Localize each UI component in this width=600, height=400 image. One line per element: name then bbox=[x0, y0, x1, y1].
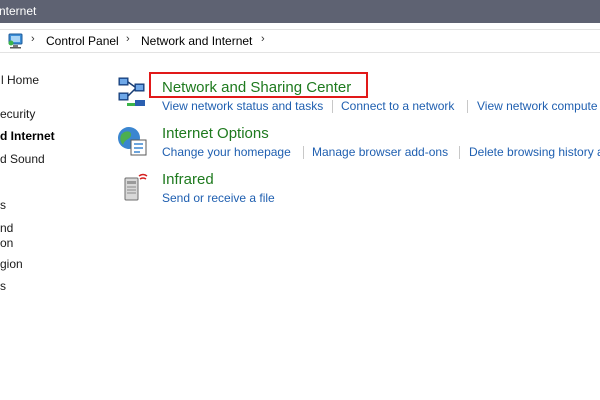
infrared-link[interactable]: Infrared bbox=[162, 171, 214, 188]
internet-options-link[interactable]: Internet Options bbox=[162, 125, 269, 142]
sidebar-item-hardware-and-sound[interactable]: d Sound bbox=[0, 152, 45, 166]
breadcrumb-control-panel[interactable]: Control Panel bbox=[46, 34, 119, 48]
title-bar: nternet bbox=[0, 0, 600, 23]
view-network-computers-link[interactable]: View network compute bbox=[477, 99, 598, 113]
manage-browser-addons-link[interactable]: Manage browser add-ons bbox=[312, 145, 448, 159]
highlight-box bbox=[149, 72, 368, 98]
breadcrumb-chevron-icon[interactable]: › bbox=[261, 33, 265, 45]
connect-to-network-link[interactable]: Connect to a network bbox=[341, 99, 454, 113]
sidebar-item-control-panel-home[interactable]: l Home bbox=[1, 73, 39, 87]
view-network-status-link[interactable]: View network status and tasks bbox=[162, 99, 323, 113]
address-bar[interactable]: › Control Panel › Network and Internet › bbox=[0, 29, 600, 53]
control-panel-icon bbox=[7, 33, 25, 49]
sidebar-item-appearance-and[interactable]: nd bbox=[0, 221, 13, 235]
sidebar-item-ease-of-access[interactable]: s bbox=[0, 279, 6, 293]
link-separator bbox=[459, 146, 460, 159]
internet-options-icon bbox=[115, 124, 149, 158]
sidebar-item-personalization[interactable]: on bbox=[0, 236, 13, 250]
link-separator bbox=[467, 100, 468, 113]
sidebar-item-system-and-security[interactable]: ecurity bbox=[0, 107, 35, 121]
change-homepage-link[interactable]: Change your homepage bbox=[162, 145, 291, 159]
link-separator bbox=[303, 146, 304, 159]
breadcrumb-chevron-icon[interactable]: › bbox=[126, 33, 130, 45]
delete-browsing-history-link[interactable]: Delete browsing history a bbox=[469, 145, 600, 159]
link-separator bbox=[332, 100, 333, 113]
sidebar-item-clock-and-region[interactable]: gion bbox=[0, 257, 23, 271]
send-receive-file-link[interactable]: Send or receive a file bbox=[162, 191, 275, 205]
breadcrumb-chevron-icon: › bbox=[31, 33, 35, 45]
network-icon bbox=[115, 76, 149, 110]
sidebar-item-network-and-internet: d Internet bbox=[0, 129, 55, 143]
infrared-icon bbox=[117, 170, 151, 204]
breadcrumb-network-and-internet[interactable]: Network and Internet bbox=[141, 34, 252, 48]
window-title: nternet bbox=[0, 4, 37, 18]
sidebar-item-programs[interactable]: s bbox=[0, 198, 6, 212]
